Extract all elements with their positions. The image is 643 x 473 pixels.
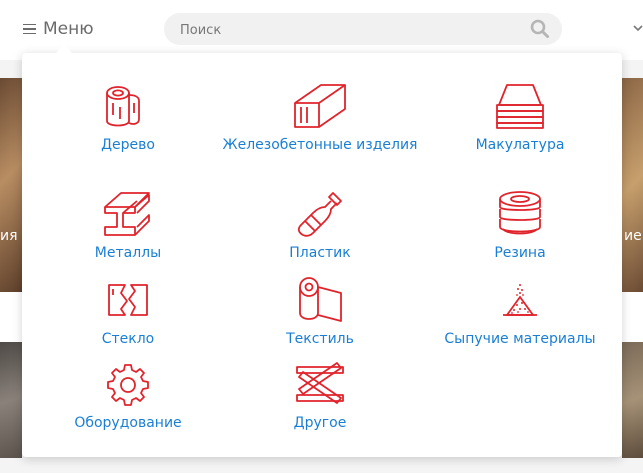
search-button[interactable] bbox=[530, 19, 550, 39]
category-metals[interactable]: Металлы bbox=[28, 189, 228, 265]
background-photo-right bbox=[622, 342, 643, 458]
background-photo-left bbox=[0, 342, 22, 458]
metal-beam-icon bbox=[101, 189, 155, 239]
category-concrete-products[interactable]: Железобетонные изделия bbox=[220, 81, 420, 157]
category-textile[interactable]: Текстиль bbox=[220, 275, 420, 351]
log-icon bbox=[101, 81, 155, 131]
background-banner-left bbox=[0, 78, 22, 292]
category-waste-paper[interactable]: Макулатура bbox=[420, 81, 620, 157]
menu-toggle-button[interactable]: Меню bbox=[23, 18, 94, 40]
category-equipment[interactable]: Оборудование bbox=[28, 359, 228, 435]
category-label: Макулатура bbox=[475, 137, 565, 153]
paper-stack-icon bbox=[493, 81, 547, 131]
category-label: Оборудование bbox=[74, 415, 182, 431]
background-banner-text-left: ия bbox=[0, 228, 18, 244]
fabric-roll-icon bbox=[293, 275, 347, 325]
category-label: Металлы bbox=[94, 245, 162, 261]
category-label: Другое bbox=[293, 415, 347, 431]
hamburger-icon bbox=[23, 23, 36, 35]
crossed-planks-icon bbox=[293, 359, 347, 409]
category-other[interactable]: Другое bbox=[220, 359, 420, 435]
chevron-down-icon[interactable] bbox=[633, 23, 643, 33]
gear-icon bbox=[101, 359, 155, 409]
search-box bbox=[164, 13, 562, 47]
category-label: Резина bbox=[494, 245, 546, 261]
category-label: Железобетонные изделия bbox=[222, 137, 418, 153]
category-rubber[interactable]: Резина bbox=[420, 189, 620, 265]
sand-pile-icon bbox=[493, 275, 547, 325]
search-icon bbox=[530, 19, 549, 38]
category-wood[interactable]: Дерево bbox=[28, 81, 228, 157]
category-plastic[interactable]: Пластик bbox=[220, 189, 420, 265]
category-label: Стекло bbox=[101, 331, 155, 347]
category-label: Дерево bbox=[101, 137, 155, 153]
categories-dropdown: Дерево Железобетонные изделия Макулатура… bbox=[22, 45, 622, 457]
category-label: Пластик bbox=[289, 245, 351, 261]
menu-label: Меню bbox=[43, 19, 94, 39]
broken-glass-icon bbox=[101, 275, 155, 325]
site-header: Меню bbox=[0, 0, 643, 60]
plastic-bottle-icon bbox=[293, 189, 347, 239]
category-bulk-materials[interactable]: Сыпучие материалы bbox=[420, 275, 620, 351]
concrete-block-icon bbox=[293, 81, 347, 131]
category-label: Сыпучие материалы bbox=[444, 331, 596, 347]
background-banner-text-right: ие bbox=[624, 228, 642, 244]
search-input[interactable] bbox=[178, 13, 522, 47]
tires-icon bbox=[493, 189, 547, 239]
background-banner-right bbox=[622, 78, 643, 292]
category-label: Текстиль bbox=[286, 331, 354, 347]
category-glass[interactable]: Стекло bbox=[28, 275, 228, 351]
